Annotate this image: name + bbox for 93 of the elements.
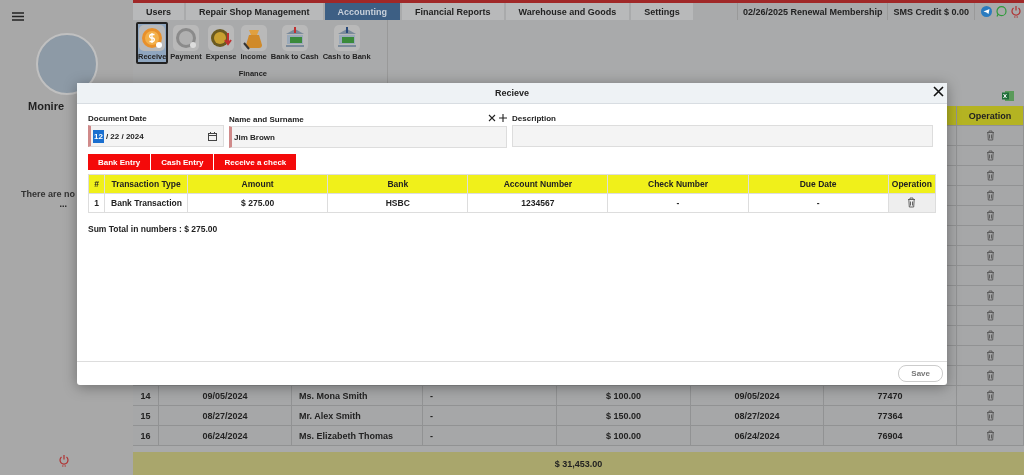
power-icon[interactable] <box>59 454 69 467</box>
table-cell: Ms. Elizabeth Thomas <box>292 426 423 445</box>
date-field[interactable]: 12 / 22 / 2024 <box>88 125 224 147</box>
trash-icon[interactable] <box>985 410 995 421</box>
table-cell: - <box>607 193 749 213</box>
entry-button[interactable]: Receive a check <box>214 154 297 170</box>
menu-tab[interactable]: Settings <box>631 3 693 20</box>
table-cell: - <box>423 386 557 405</box>
table-cell: $ 100.00 <box>557 386 691 405</box>
table-cell: - <box>423 426 557 445</box>
trash-icon[interactable] <box>985 430 995 441</box>
trash-icon[interactable] <box>907 196 917 208</box>
column-header: Operation <box>888 174 936 194</box>
trash-icon[interactable] <box>985 170 995 181</box>
table-cell: - <box>748 193 889 213</box>
trash-icon[interactable] <box>985 390 995 401</box>
entry-button[interactable]: Bank Entry <box>88 154 151 170</box>
trash-icon[interactable] <box>985 190 995 201</box>
column-header: Operation <box>957 106 1024 125</box>
trash-icon[interactable] <box>985 270 995 281</box>
table-cell: 06/24/2024 <box>691 426 824 445</box>
coin-icon <box>139 25 166 51</box>
entry-button[interactable]: Cash Entry <box>151 154 214 170</box>
table-cell: 08/27/2024 <box>159 406 292 425</box>
ellipsis-text: ... <box>59 199 67 209</box>
menu-tab[interactable]: Repair Shop Management <box>186 3 323 20</box>
table-cell: 77364 <box>824 406 957 425</box>
description-field[interactable] <box>512 125 933 147</box>
table-cell: 1 <box>88 193 105 213</box>
close-icon[interactable] <box>488 114 497 122</box>
menu-tab[interactable]: Financial Reports <box>402 3 504 20</box>
field-label: Document Date <box>88 114 148 123</box>
trash-icon[interactable] <box>985 130 995 141</box>
menu-tab[interactable]: Warehouse and Goods <box>505 3 630 20</box>
renewal-date: 02/26/2025 Renewal Membership <box>736 3 888 20</box>
empty-message: There are no <box>20 189 75 199</box>
column-header: # <box>88 174 105 194</box>
field-label: Name and Surname <box>229 114 304 124</box>
table-cell: - <box>423 406 557 425</box>
user-name: Monire <box>28 100 65 112</box>
table-cell: 15 <box>133 406 159 425</box>
column-header: Check Number <box>607 174 749 194</box>
bank-icon <box>333 25 360 51</box>
column-header: Account Number <box>467 174 608 194</box>
table-cell: 14 <box>133 386 159 405</box>
total-amount: $ 31,453.00 <box>554 458 603 469</box>
bank-icon <box>281 25 308 51</box>
dialog-title: Recieve <box>495 88 529 98</box>
telegram-icon[interactable] <box>981 6 992 17</box>
money-bag-icon <box>240 25 267 51</box>
column-header: Transaction Type <box>104 174 188 194</box>
trash-icon[interactable] <box>985 250 995 261</box>
whatsapp-icon[interactable] <box>996 6 1007 17</box>
trash-icon[interactable] <box>985 230 995 241</box>
coin-icon <box>208 25 235 51</box>
table-cell: Bank Transaction <box>104 193 188 213</box>
table-cell: 06/24/2024 <box>159 426 292 445</box>
trash-icon[interactable] <box>985 350 995 361</box>
trash-icon[interactable] <box>985 150 995 161</box>
trash-icon[interactable] <box>985 330 995 341</box>
excel-icon[interactable] <box>1002 89 1014 102</box>
column-header: Amount <box>187 174 328 194</box>
trash-icon[interactable] <box>985 290 995 301</box>
table-cell: HSBC <box>327 193 468 213</box>
table-cell: $ 150.00 <box>557 406 691 425</box>
plus-icon[interactable] <box>499 114 507 122</box>
table-cell: $ 100.00 <box>557 426 691 445</box>
trash-icon[interactable] <box>985 310 995 321</box>
table-cell: Mr. Alex Smith <box>292 406 423 425</box>
table-cell: 76904 <box>824 426 957 445</box>
menu-tab[interactable]: Accounting <box>324 3 401 20</box>
table-cell: 77470 <box>824 386 957 405</box>
calendar-icon[interactable] <box>208 131 217 141</box>
sum-total: Sum Total in numbers : $ 275.00 <box>88 224 218 234</box>
sms-credit: SMS Credit $ 0.00 <box>887 3 974 20</box>
table-cell: 09/05/2024 <box>159 386 292 405</box>
table-cell: Ms. Mona Smith <box>292 386 423 405</box>
table-cell: $ 275.00 <box>187 193 328 213</box>
field-label: Description <box>512 114 557 123</box>
menu-tab[interactable]: Users <box>133 3 185 20</box>
menu-icon[interactable] <box>12 12 24 21</box>
trash-icon[interactable] <box>985 210 995 221</box>
name-field[interactable]: Jim Brown <box>229 126 507 148</box>
save-button[interactable]: Save <box>898 365 943 382</box>
column-header: Bank <box>327 174 468 194</box>
table-cell: 16 <box>133 426 159 445</box>
coin-icon <box>173 25 199 51</box>
trash-icon[interactable] <box>985 370 995 381</box>
table-cell: 08/27/2024 <box>691 406 824 425</box>
table-cell: 09/05/2024 <box>691 386 824 405</box>
column-header: Due Date <box>748 174 889 194</box>
power-icon[interactable] <box>1011 5 1021 18</box>
table-cell: 1234567 <box>467 193 608 213</box>
